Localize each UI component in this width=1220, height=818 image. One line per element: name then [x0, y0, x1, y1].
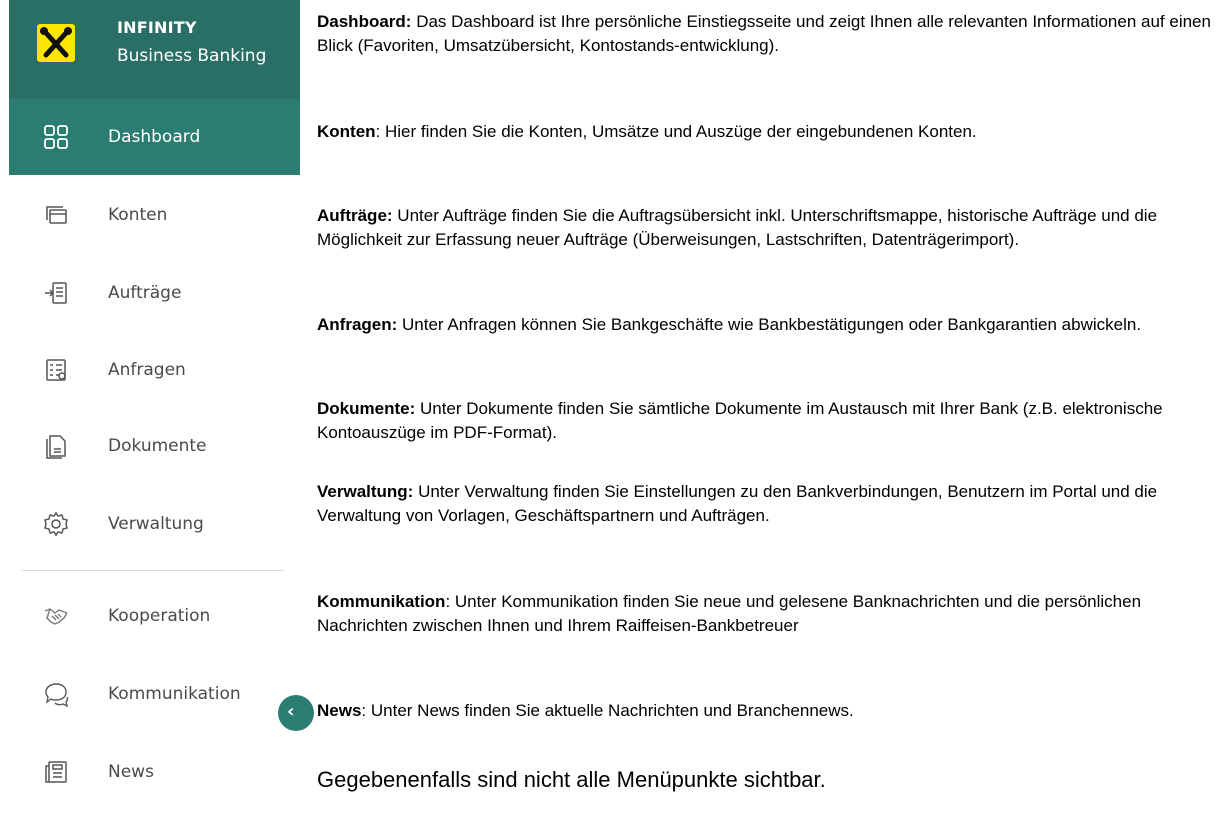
description-text: Das Dashboard ist Ihre persönliche Einst… [317, 12, 1211, 55]
sidebar-item-dokumente[interactable]: Dokumente [9, 408, 300, 484]
orders-icon [42, 279, 70, 307]
brand-title: INFINITY [117, 18, 197, 37]
description-text: : Hier finden Sie die Konten, Umsätze un… [375, 122, 977, 141]
handshake-icon [42, 602, 70, 630]
description-term: Dokumente: [317, 399, 416, 418]
footnote: Gegebenenfalls sind nicht alle Menüpunkt… [317, 767, 826, 792]
description-text: : Unter News finden Sie aktuelle Nachric… [361, 701, 854, 720]
dashboard-icon [42, 123, 70, 151]
sidebar-item-kooperation[interactable]: Kooperation [9, 578, 300, 654]
description-term: Kommunikation [317, 592, 446, 611]
description-dashboard: Dashboard: Das Dashboard ist Ihre persön… [317, 10, 1212, 58]
brand-subtitle: Business Banking [117, 46, 267, 66]
sidebar-item-label: News [108, 762, 154, 782]
sidebar-item-anfragen[interactable]: Anfragen [9, 332, 300, 408]
sidebar-item-label: Kooperation [108, 606, 211, 626]
sidebar-item-konten[interactable]: Konten [9, 177, 300, 253]
sidebar-item-auftraege[interactable]: Aufträge [9, 255, 300, 331]
sidebar-item-kommunikation[interactable]: Kommunikation [9, 656, 300, 732]
nav-divider [22, 570, 284, 571]
sidebar-item-label: Dashboard [108, 127, 201, 147]
collapse-sidebar-button[interactable]: ‹ [278, 695, 314, 731]
settings-gear-icon [42, 510, 70, 538]
chat-bubbles-icon [42, 680, 70, 708]
chevron-left-icon: ‹ [287, 701, 295, 722]
description-term: News [317, 701, 362, 720]
newspaper-icon [42, 758, 70, 786]
requests-icon [42, 356, 70, 384]
sidebar-item-news[interactable]: News [9, 734, 300, 810]
description-verwaltung: Verwaltung: Unter Verwaltung finden Sie … [317, 480, 1212, 528]
description-term: Konten [317, 122, 376, 141]
description-text: Unter Verwaltung finden Sie Einstellunge… [317, 482, 1158, 525]
description-anfragen: Anfragen: Unter Anfragen können Sie Bank… [317, 313, 1212, 337]
documents-icon [42, 432, 70, 460]
sidebar-item-dashboard[interactable]: Dashboard [9, 99, 300, 175]
brand-header[interactable]: INFINITY Business Banking [9, 0, 300, 99]
accounts-icon [42, 201, 70, 229]
sidebar-item-label: Aufträge [108, 283, 182, 303]
description-term: Verwaltung: [317, 482, 414, 501]
description-text: Unter Aufträge finden Sie die Auftragsüb… [317, 206, 1158, 249]
description-kommunikation: Kommunikation: Unter Kommunikation finde… [317, 590, 1212, 638]
description-term: Aufträge: [317, 206, 393, 225]
description-term: Dashboard: [317, 12, 412, 31]
sidebar-item-label: Kommunikation [108, 684, 241, 704]
sidebar-item-label: Anfragen [108, 360, 186, 380]
description-term: Anfragen: [317, 315, 398, 334]
sidebar-item-verwaltung[interactable]: Verwaltung [9, 486, 300, 562]
sidebar-item-label: Dokumente [108, 436, 207, 456]
description-konten: Konten: Hier finden Sie die Konten, Umsä… [317, 120, 1212, 144]
description-auftraege: Aufträge: Unter Aufträge finden Sie die … [317, 204, 1212, 252]
description-text: Unter Dokumente finden Sie sämtliche Dok… [317, 399, 1163, 442]
description-news: News: Unter News finden Sie aktuelle Nac… [317, 699, 1212, 723]
sidebar: INFINITY Business Banking Dashboard Kont… [0, 0, 314, 818]
sidebar-item-label: Verwaltung [108, 514, 204, 534]
description-text: Unter Anfragen können Sie Bankgeschäfte … [397, 315, 1142, 334]
description-dokumente: Dokumente: Unter Dokumente finden Sie sä… [317, 397, 1212, 445]
sidebar-item-label: Konten [108, 205, 168, 225]
raiffeisen-cross-icon [37, 24, 75, 62]
